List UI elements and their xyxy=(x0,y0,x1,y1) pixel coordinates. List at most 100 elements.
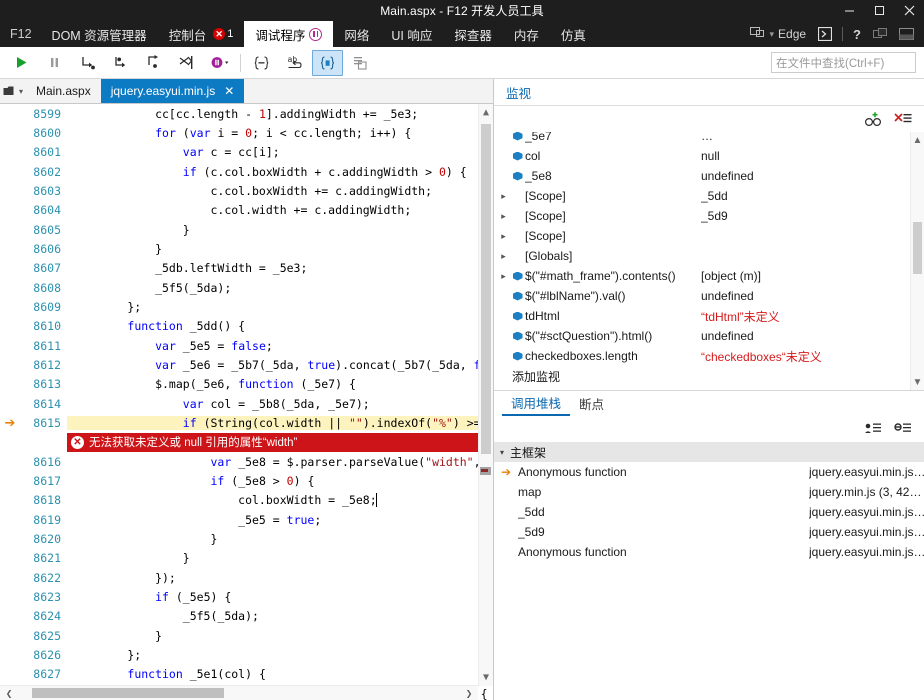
tab-console[interactable]: 控制台 ✕ 1 xyxy=(158,21,245,47)
find-in-files-input[interactable]: 在文件中查找(Ctrl+F) xyxy=(771,52,916,73)
minimize-button[interactable] xyxy=(834,0,864,21)
code-line[interactable]: 8617 if (_5e8 > 0) { xyxy=(0,471,493,490)
step-into-button[interactable] xyxy=(72,50,103,76)
source-map-button[interactable] xyxy=(345,50,376,76)
code-line[interactable]: 8626 }; xyxy=(0,645,493,664)
code-line[interactable]: 8620 } xyxy=(0,529,493,548)
close-button[interactable] xyxy=(894,0,924,21)
code-line[interactable]: 8614 var col = _5b8(_5da, _5e7); xyxy=(0,394,493,413)
scroll-right-arrow[interactable]: ❯ xyxy=(460,686,478,700)
code-line[interactable]: 8601 var c = cc[i]; xyxy=(0,143,493,162)
code-line[interactable]: 8625 } xyxy=(0,626,493,645)
scroll-up-arrow[interactable]: ▲ xyxy=(911,132,924,148)
tab-emulation[interactable]: 仿真 xyxy=(550,21,597,47)
tab-debugger[interactable]: 调试程序 xyxy=(244,21,334,47)
help-button[interactable]: ? xyxy=(847,21,867,47)
watch-row[interactable]: tdHtml “tdHtml”未定义 xyxy=(494,306,910,326)
console-drawer-button[interactable] xyxy=(812,21,838,47)
step-out-button[interactable] xyxy=(138,50,169,76)
tab-network[interactable]: 网络 xyxy=(333,21,380,47)
editor-horizontal-scrollbar[interactable]: ❮ ❯ xyxy=(0,685,478,700)
code-line[interactable]: ➔ 8615 if (String(col.width || "").indexO… xyxy=(0,414,493,433)
watch-row[interactable]: _5e8 undefined xyxy=(494,166,910,186)
code-line[interactable]: 8618 col.boxWidth = _5e8; xyxy=(0,491,493,510)
watch-list[interactable]: _5e7 … col null _5e8 undefined ▸ [Scope] _5dd ▸ [S… xyxy=(494,132,924,390)
watch-row[interactable]: ▸ [Scope] xyxy=(494,226,910,246)
file-tab-jquery-easyui[interactable]: jquery.easyui.min.js ✕ xyxy=(100,79,245,103)
scroll-down-arrow[interactable]: ▼ xyxy=(479,669,493,686)
call-stack-group-header[interactable]: ▾ 主框架 xyxy=(494,442,924,462)
code-line[interactable]: 8616 var _5e8 = $.parser.parseValue("wid… xyxy=(0,452,493,471)
expander-icon[interactable]: ▸ xyxy=(497,231,510,242)
call-stack-frame[interactable]: map jquery.min.js (3, 42… xyxy=(494,482,924,502)
watch-row[interactable]: ▸ $("#math_frame").contents() [object (m)] xyxy=(494,266,910,286)
add-watch-button[interactable] xyxy=(862,108,884,130)
code-line[interactable]: 8605 } xyxy=(0,220,493,239)
tab-ui-responsiveness[interactable]: UI 响应 xyxy=(380,21,443,47)
call-stack-frame[interactable]: ➔ Anonymous function jquery.easyui.min.js… xyxy=(494,462,924,482)
file-tab-main-aspx[interactable]: Main.aspx xyxy=(26,79,101,103)
code-line[interactable]: 8607 _5db.leftWidth = _5e3; xyxy=(0,259,493,278)
run-to-cursor-button[interactable] xyxy=(171,50,202,76)
code-line[interactable]: 8621 } xyxy=(0,549,493,568)
expander-icon[interactable]: ▸ xyxy=(497,211,510,222)
watch-row[interactable]: ▸ [Globals] xyxy=(494,246,910,266)
call-stack-frame[interactable]: _5d9 jquery.easyui.min.js… xyxy=(494,522,924,542)
scrollbar-thumb[interactable] xyxy=(32,688,224,698)
expander-icon[interactable]: ▸ xyxy=(497,191,510,202)
show-scopes-button[interactable] xyxy=(312,49,343,76)
code-line[interactable]: 8609 }; xyxy=(0,297,493,316)
code-line[interactable]: 8599 cc[cc.length - 1].addingWidth += _5… xyxy=(0,104,493,123)
scroll-left-arrow[interactable]: ❮ xyxy=(0,686,18,700)
watch-vertical-scrollbar[interactable]: ▲ ▼ xyxy=(910,132,924,390)
delete-all-watches-button[interactable] xyxy=(892,108,914,130)
editor-vertical-scrollbar[interactable]: ▲ ▼ xyxy=(478,104,493,686)
code-line[interactable]: 8623 if (_5e5) { xyxy=(0,587,493,606)
word-wrap-button[interactable]: ab xyxy=(279,50,310,76)
tab-dom-explorer[interactable]: DOM 资源管理器 xyxy=(41,21,158,47)
code-line[interactable]: 8619 _5e5 = true; xyxy=(0,510,493,529)
code-line[interactable]: 8624 _5f5(_5da); xyxy=(0,607,493,626)
show-frames-button[interactable] xyxy=(862,418,884,440)
code-line[interactable]: 8600 for (var i = 0; i < cc.length; i++)… xyxy=(0,123,493,142)
tab-memory[interactable]: 内存 xyxy=(503,21,550,47)
target-selector[interactable]: ▾ Edge xyxy=(744,21,812,47)
call-stack-frame[interactable]: Anonymous function jquery.easyui.min.js… xyxy=(494,542,924,562)
break-on-exceptions-button[interactable] xyxy=(204,50,235,76)
code-line[interactable]: 8603 c.col.boxWidth += c.addingWidth; xyxy=(0,181,493,200)
unload-frames-button[interactable] xyxy=(892,418,914,440)
continue-button[interactable] xyxy=(6,50,37,76)
layout-button[interactable] xyxy=(893,21,920,47)
maximize-button[interactable] xyxy=(864,0,894,21)
code-line[interactable]: 8604 c.col.width += c.addingWidth; xyxy=(0,201,493,220)
tab-profiler[interactable]: 探查器 xyxy=(443,21,503,47)
scroll-up-arrow[interactable]: ▲ xyxy=(479,104,493,121)
watch-row[interactable]: _5e7… xyxy=(494,132,910,146)
step-over-button[interactable] xyxy=(105,50,136,76)
scrollbar-thumb[interactable] xyxy=(481,124,491,454)
pretty-print-button[interactable] xyxy=(246,50,277,76)
watch-row[interactable]: $("#sctQuestion").html() undefined xyxy=(494,326,910,346)
code-line[interactable]: 8627 function _5e1(col) { xyxy=(0,665,493,684)
call-stack-frame[interactable]: _5dd jquery.easyui.min.js… xyxy=(494,502,924,522)
tab-breakpoints[interactable]: 断点 xyxy=(570,391,613,416)
scroll-down-arrow[interactable]: ▼ xyxy=(911,374,924,390)
code-line[interactable]: 8622 }); xyxy=(0,568,493,587)
break-all-button[interactable] xyxy=(39,50,70,76)
watch-row[interactable]: ▸ [Scope] _5d9 xyxy=(494,206,910,226)
code-line[interactable]: 8602 if (c.col.boxWidth + c.addingWidth … xyxy=(0,162,493,181)
scrollbar-thumb[interactable] xyxy=(913,222,922,274)
watch-row[interactable]: checkedboxes.length “checkedboxes“未定义 xyxy=(494,346,910,366)
watch-row[interactable]: ▸ [Scope] _5dd xyxy=(494,186,910,206)
code-line[interactable]: 8606 } xyxy=(0,239,493,258)
watch-row[interactable]: $("#lblName").val() undefined xyxy=(494,286,910,306)
add-watch-row[interactable]: 添加监视 xyxy=(494,366,910,386)
close-icon[interactable]: ✕ xyxy=(224,84,234,98)
watch-row[interactable]: col null xyxy=(494,146,910,166)
code-line[interactable]: 8612 var _5e6 = _5b7(_5da, true).concat(… xyxy=(0,355,493,374)
tab-call-stack[interactable]: 调用堆栈 xyxy=(502,391,571,416)
code-line[interactable]: 8611 var _5e5 = false; xyxy=(0,336,493,355)
code-line[interactable]: 8608 _5f5(_5da); xyxy=(0,278,493,297)
expander-icon[interactable]: ▸ xyxy=(497,251,510,262)
code-line[interactable]: 8613 $.map(_5e6, function (_5e7) { xyxy=(0,375,493,394)
